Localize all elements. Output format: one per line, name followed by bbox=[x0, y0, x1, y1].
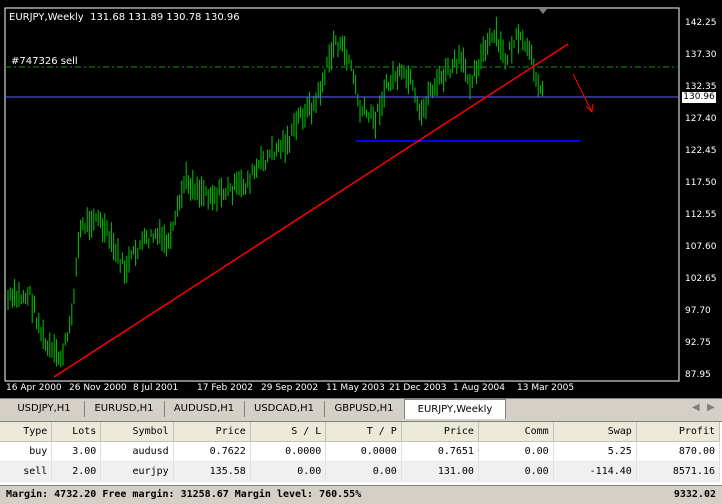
order-cell: 2.00 bbox=[51, 461, 102, 482]
order-cell: 131.00 bbox=[401, 461, 479, 482]
order-label: #747326 sell bbox=[11, 56, 78, 67]
date-tick-label: 11 May 2003 bbox=[326, 383, 385, 393]
total-profit: 9332.02 bbox=[673, 489, 716, 500]
column-header[interactable]: S / L bbox=[250, 422, 327, 442]
current-price-label: 130.96 bbox=[682, 92, 716, 103]
order-cell: buy bbox=[0, 441, 53, 462]
chart-frame bbox=[4, 7, 680, 382]
order-row[interactable]: buy 3.00 audusd 0.7622 0.0000 0.0000 0.7651 0.0… bbox=[0, 441, 721, 462]
order-cell: 3.00 bbox=[51, 441, 102, 462]
price-chart[interactable]: EURJPY,Weekly 131.68 131.89 130.78 130.9… bbox=[0, 0, 722, 398]
trendline bbox=[53, 43, 569, 378]
tab-left-arrow-icon[interactable]: ◀ bbox=[692, 402, 700, 413]
date-tick-label: 29 Sep 2002 bbox=[261, 383, 319, 393]
price-tick-label: 132.35 bbox=[685, 82, 717, 92]
price-tick-label: 92.75 bbox=[685, 338, 711, 348]
price-bars bbox=[7, 16, 544, 368]
date-tick-label: 17 Feb 2002 bbox=[197, 383, 254, 393]
tab-audusd-h1[interactable]: AUDUSD,H1 bbox=[164, 401, 245, 417]
price-tick-label: 107.60 bbox=[685, 242, 717, 252]
order-cell: 0.0000 bbox=[325, 441, 402, 462]
order-cell: 135.58 bbox=[173, 461, 251, 482]
price-tick-label: 117.50 bbox=[685, 178, 717, 188]
order-cell: 0.00 bbox=[250, 461, 327, 482]
price-tick-label: 87.95 bbox=[685, 370, 711, 380]
order-cell: audusd bbox=[100, 441, 174, 462]
date-tick-label: 8 Jul 2001 bbox=[133, 383, 179, 393]
order-cell: eurjpy bbox=[100, 461, 174, 482]
date-tick-label: 16 Apr 2000 bbox=[6, 383, 62, 393]
column-header[interactable]: Swap bbox=[553, 422, 637, 442]
order-cell: 0.7622 bbox=[173, 441, 251, 462]
order-cell: 0.0000 bbox=[250, 441, 327, 462]
order-cell: sell bbox=[0, 461, 53, 482]
column-header[interactable]: Lots bbox=[51, 422, 102, 442]
tab-eurjpy-weekly[interactable]: EURJPY,Weekly bbox=[404, 399, 506, 419]
date-tick-label: 13 Mar 2005 bbox=[517, 383, 575, 393]
price-tick-label: 122.45 bbox=[685, 146, 717, 156]
order-cell: -114.40 bbox=[553, 461, 637, 482]
order-cell: 0.00 bbox=[478, 461, 554, 482]
price-tick-label: 137.30 bbox=[685, 50, 717, 60]
tab-usdjpy-h1[interactable]: USDJPY,H1 bbox=[4, 401, 85, 417]
chart-header: EURJPY,Weekly 131.68 131.89 130.78 130.9… bbox=[9, 12, 240, 23]
price-tick-label: 127.40 bbox=[685, 114, 717, 124]
arrow-line bbox=[572, 73, 593, 113]
column-header[interactable]: Type bbox=[0, 422, 53, 442]
date-tick-label: 21 Dec 2003 bbox=[389, 383, 447, 393]
margin-summary: Margin: 4732.20 Free margin: 31258.67 Ma… bbox=[6, 489, 362, 500]
orders-table: Type Lots Symbol Price S / LT / P Price Comm Sw… bbox=[0, 422, 721, 482]
order-cell: 0.00 bbox=[325, 461, 402, 482]
column-header[interactable]: Symbol bbox=[100, 422, 174, 442]
date-tick-label: 26 Nov 2000 bbox=[69, 383, 127, 393]
tab-eurusd-h1[interactable]: EURUSD,H1 bbox=[84, 401, 165, 417]
chart-canvas[interactable] bbox=[0, 0, 722, 398]
order-cell: 870.00 bbox=[636, 441, 721, 462]
date-tick-label: 1 Aug 2004 bbox=[453, 383, 505, 393]
column-header[interactable]: T / P bbox=[325, 422, 402, 442]
order-cell: 0.7651 bbox=[401, 441, 479, 462]
tab-right-arrow-icon[interactable]: ▶ bbox=[707, 402, 715, 413]
column-header[interactable]: Price bbox=[401, 422, 479, 442]
chart-tabs: USDJPY,H1 EURUSD,H1 AUDUSD,H1 USDCAD,H1 GBPU… bbox=[0, 398, 722, 420]
tab-gbpusd-h1[interactable]: GBPUSD,H1 bbox=[324, 401, 405, 417]
column-header[interactable]: Profit bbox=[636, 422, 721, 442]
order-cell: 0.00 bbox=[478, 441, 554, 462]
price-tick-label: 102.65 bbox=[685, 274, 717, 284]
column-header[interactable]: Price bbox=[173, 422, 251, 442]
order-row[interactable]: sell 2.00 eurjpy 135.58 0.00 0.00 131.00 0.00 -1… bbox=[0, 461, 721, 482]
price-tick-label: 112.55 bbox=[685, 210, 717, 220]
status-bar: Margin: 4732.20 Free margin: 31258.67 Ma… bbox=[0, 485, 722, 504]
shift-marker-icon bbox=[539, 9, 547, 14]
order-cell: 8571.16 bbox=[636, 461, 721, 482]
column-header[interactable]: Comm bbox=[478, 422, 554, 442]
price-tick-label: 142.25 bbox=[685, 18, 717, 28]
order-cell: 5.25 bbox=[553, 441, 637, 462]
price-tick-label: 97.70 bbox=[685, 306, 711, 316]
tab-usdcad-h1[interactable]: USDCAD,H1 bbox=[244, 401, 325, 417]
